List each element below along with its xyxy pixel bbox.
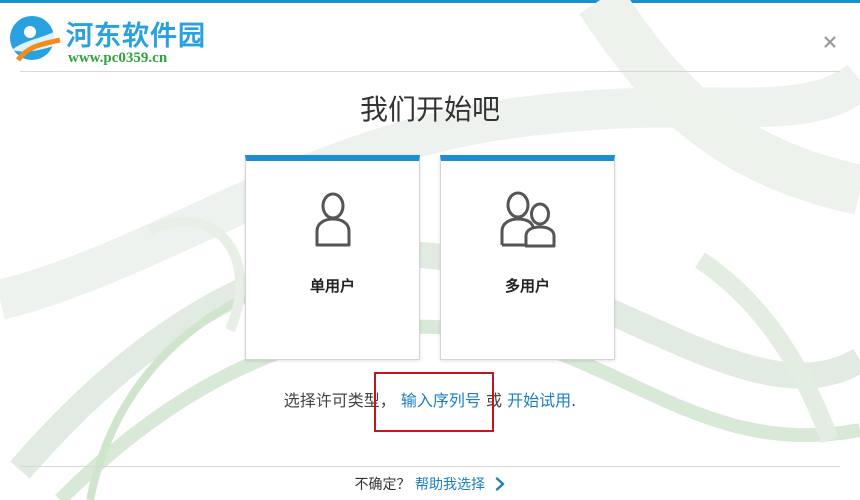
watermark-logo: 河东软件园 www.pc0359.cn <box>6 8 236 68</box>
close-icon <box>824 36 836 48</box>
card-icon-wrap <box>441 189 614 255</box>
help-row: 不确定？ 帮助我选择 <box>0 474 860 494</box>
multi-user-label: 多用户 <box>504 277 550 295</box>
start-trial-link[interactable]: 开始试用 <box>507 391 571 410</box>
help-me-choose-link[interactable]: 帮助我选择 <box>415 477 485 493</box>
close-button[interactable] <box>820 32 840 52</box>
watermark-logo-mark <box>10 16 61 62</box>
single-user-icon <box>315 192 350 247</box>
watermark-url: www.pc0359.cn <box>68 50 168 66</box>
footer-divider <box>20 466 840 467</box>
header-divider <box>20 71 840 72</box>
license-type-suffix: . <box>571 391 577 410</box>
help-prefix: 不确定？ <box>354 477 411 493</box>
multi-user-icon <box>500 191 555 248</box>
watermark-title: 河东软件园 <box>66 21 206 52</box>
card-icon-wrap <box>246 189 419 255</box>
chevron-right-icon[interactable] <box>495 477 505 491</box>
multi-user-option[interactable]: 多用户 <box>440 155 615 360</box>
single-user-label: 单用户 <box>309 277 355 295</box>
serial-highlight-box <box>374 372 494 432</box>
single-user-option[interactable]: 单用户 <box>245 155 420 360</box>
page-title: 我们开始吧 <box>359 93 500 126</box>
